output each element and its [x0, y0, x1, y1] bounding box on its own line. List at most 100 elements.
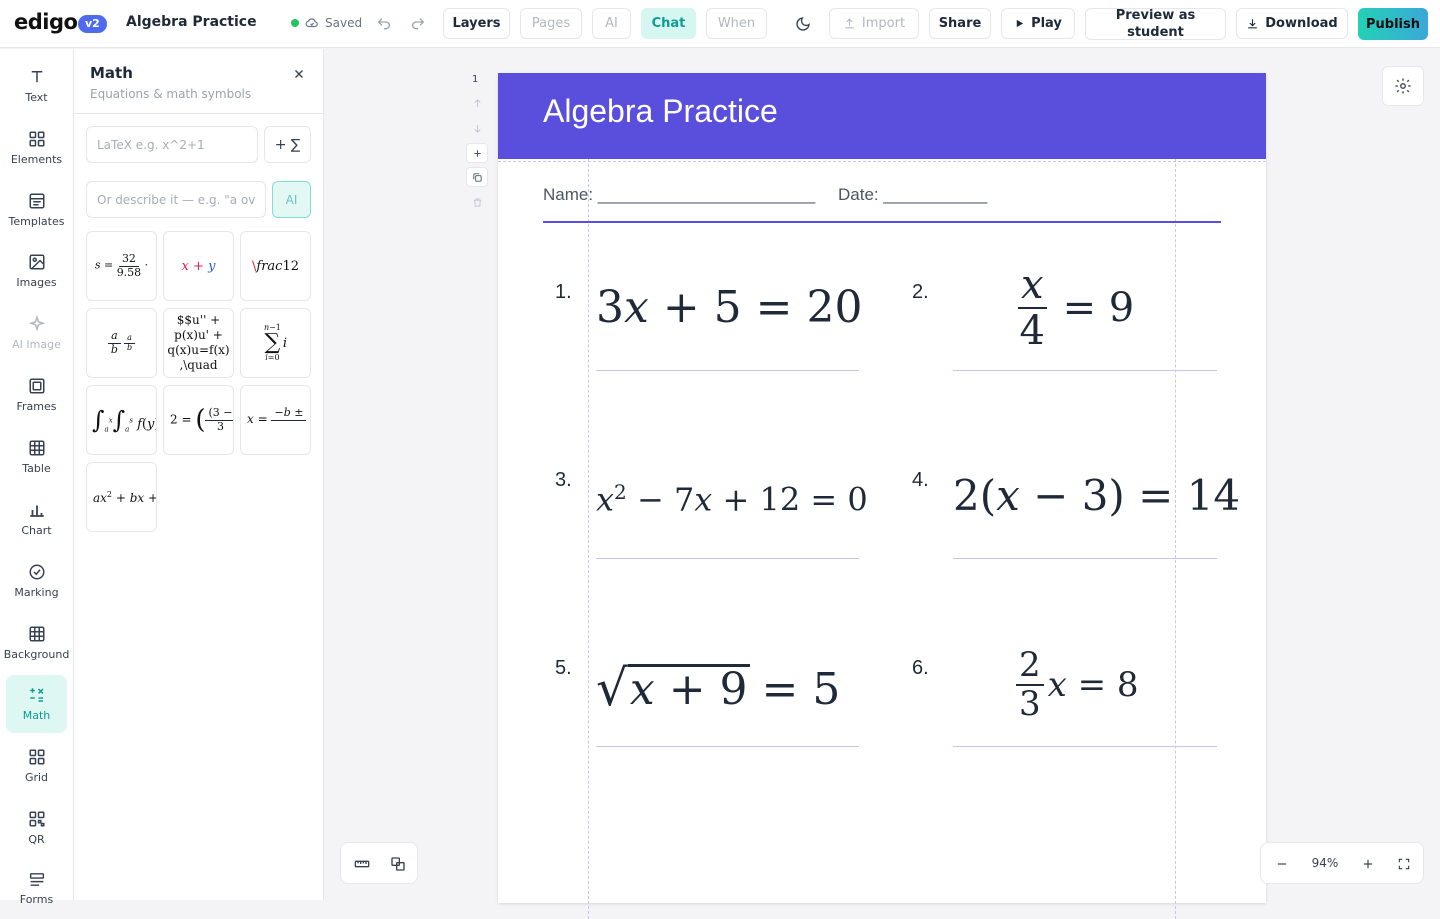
equation-1[interactable]: 3x + 5 = 20	[596, 282, 863, 333]
equation-6[interactable]: 23x = 8	[1016, 646, 1139, 724]
math-tile-double-integral[interactable]: ∫ax∫as f(y)	[86, 385, 157, 455]
rail-item-templates[interactable]: Templates	[6, 181, 67, 239]
rail-label: Grid	[24, 771, 49, 784]
divider	[74, 113, 324, 114]
frame-icon	[29, 378, 44, 394]
duplicate-page-icon[interactable]	[466, 167, 488, 187]
rail-item-background[interactable]: Background	[3, 614, 70, 672]
answer-line	[596, 746, 859, 747]
arrow-up-icon[interactable]	[466, 93, 488, 113]
settings-button[interactable]	[1382, 66, 1424, 106]
math-tile-summation[interactable]: n−1 ∑ i=0 i	[240, 308, 311, 378]
question-number: 3.	[555, 469, 572, 491]
insert-symbol-button[interactable]: + ∑	[264, 126, 311, 163]
ruler-icon[interactable]	[351, 853, 373, 875]
equation-3[interactable]: x2 − 7x + 12 = 0	[596, 480, 868, 519]
zoom-level[interactable]: 94%	[1305, 856, 1345, 870]
page-title[interactable]: Algebra Practice	[543, 93, 778, 130]
page-number: 1	[472, 74, 479, 85]
ai-generate-button[interactable]: AI	[272, 181, 311, 218]
question-number: 5.	[555, 657, 572, 679]
upload-icon	[845, 18, 854, 29]
add-page-icon[interactable]	[466, 143, 488, 163]
answer-line	[953, 370, 1217, 371]
chart-icon	[29, 505, 44, 517]
shapes-icon[interactable]	[387, 853, 409, 875]
math-tile-raw-latex[interactable]: \frac12	[240, 231, 311, 301]
download-label: Download	[1265, 16, 1338, 31]
templates-icon	[29, 193, 44, 209]
math-tile-colored-sum[interactable]: x + y	[163, 231, 234, 301]
zoom-out-icon[interactable]	[1271, 853, 1293, 875]
fullscreen-icon[interactable]	[1393, 853, 1415, 875]
check-circle-icon	[29, 564, 44, 580]
tab-pages[interactable]: Pages	[520, 8, 582, 39]
math-tile-polynomial[interactable]: ax2 + bx +	[86, 462, 157, 532]
preview-as-student-button[interactable]: Preview as student	[1085, 8, 1226, 40]
answer-line	[596, 558, 859, 559]
worksheet-page[interactable]: Algebra Practice Name: _________________…	[498, 73, 1266, 919]
import-button[interactable]: Import	[829, 8, 919, 39]
table-icon	[29, 440, 44, 456]
save-status-label: Saved	[325, 16, 363, 30]
equation-2[interactable]: x 4 = 9	[1018, 263, 1134, 353]
forms-icon	[29, 873, 44, 886]
rail-item-elements[interactable]: Elements	[6, 119, 67, 177]
rail-item-ai-image[interactable]: AI Image	[6, 304, 67, 362]
image-icon	[29, 254, 44, 270]
app-logo[interactable]: edigo	[14, 10, 78, 34]
layout-guide	[588, 159, 589, 919]
name-date-row[interactable]: Name: _______________________ Date: ____…	[543, 185, 987, 205]
download-button[interactable]: Download	[1236, 8, 1348, 39]
rail-item-text[interactable]: Text	[6, 57, 67, 115]
download-icon	[1248, 19, 1258, 29]
math-panel: Math Equations & math symbols + ∑ AI s =…	[74, 49, 324, 900]
describe-math-input[interactable]	[86, 181, 266, 218]
dark-mode-icon[interactable]	[791, 12, 815, 36]
save-status: Saved	[291, 16, 362, 30]
rail-item-marking[interactable]: Marking	[6, 552, 67, 610]
rail-item-grid[interactable]: Grid	[6, 737, 67, 795]
zoom-controls: 94%	[1260, 842, 1424, 884]
answer-line	[953, 746, 1217, 747]
rail-item-math[interactable]: Math	[6, 675, 67, 733]
equation-4[interactable]: 2(x − 3) = 14	[953, 471, 1240, 520]
rail-label: AI Image	[12, 338, 61, 351]
rail-item-forms[interactable]: Forms	[6, 861, 67, 906]
math-tile-ode[interactable]: $$u'' + p(x)u' + q(x)u=f(x) ,\quad	[163, 308, 234, 378]
page-header[interactable]: Algebra Practice	[498, 73, 1266, 159]
close-icon[interactable]	[292, 66, 310, 84]
math-tile-quadratic-formula[interactable]: x = −b ±	[240, 385, 311, 455]
math-tile-nested-fraction[interactable]: ab ab	[86, 308, 157, 378]
rail-item-frames[interactable]: Frames	[6, 366, 67, 424]
panel-title: Math	[90, 64, 133, 82]
rail-item-images[interactable]: Images	[6, 242, 67, 300]
arrow-down-icon[interactable]	[466, 118, 488, 138]
math-tile-binomial[interactable]: 2 = ((3 −3	[163, 385, 234, 455]
tab-ai[interactable]: AI	[592, 8, 631, 39]
rail-item-chart[interactable]: Chart	[6, 490, 67, 548]
rail-item-table[interactable]: Table	[6, 428, 67, 486]
tab-chat[interactable]: Chat	[641, 8, 696, 39]
redo-icon[interactable]	[406, 12, 430, 36]
latex-input[interactable]	[86, 126, 258, 163]
math-tile-speed-formula[interactable]: s = 32 9.58 ·	[86, 231, 157, 301]
question-number: 6.	[912, 657, 929, 679]
rail-label: Chart	[21, 524, 52, 537]
tool-rail: Text Elements Templates Images AI Image …	[0, 49, 74, 906]
tab-when[interactable]: When	[706, 8, 767, 39]
rail-label: Images	[16, 276, 57, 289]
equation-5[interactable]: √ x + 9 = 5	[596, 663, 840, 713]
publish-button[interactable]: Publish	[1358, 8, 1428, 40]
tab-layers[interactable]: Layers	[443, 8, 510, 39]
rail-label: Background	[3, 648, 70, 661]
document-title[interactable]: Algebra Practice	[126, 14, 257, 30]
zoom-in-icon[interactable]	[1357, 853, 1379, 875]
version-badge: v2	[78, 15, 107, 33]
undo-icon[interactable]	[372, 12, 396, 36]
rail-item-qr[interactable]: QR	[6, 799, 67, 857]
share-button[interactable]: Share	[929, 8, 991, 39]
play-button[interactable]: Play	[1001, 8, 1075, 39]
layout-guide	[1175, 159, 1176, 919]
delete-page-icon[interactable]	[466, 192, 488, 212]
